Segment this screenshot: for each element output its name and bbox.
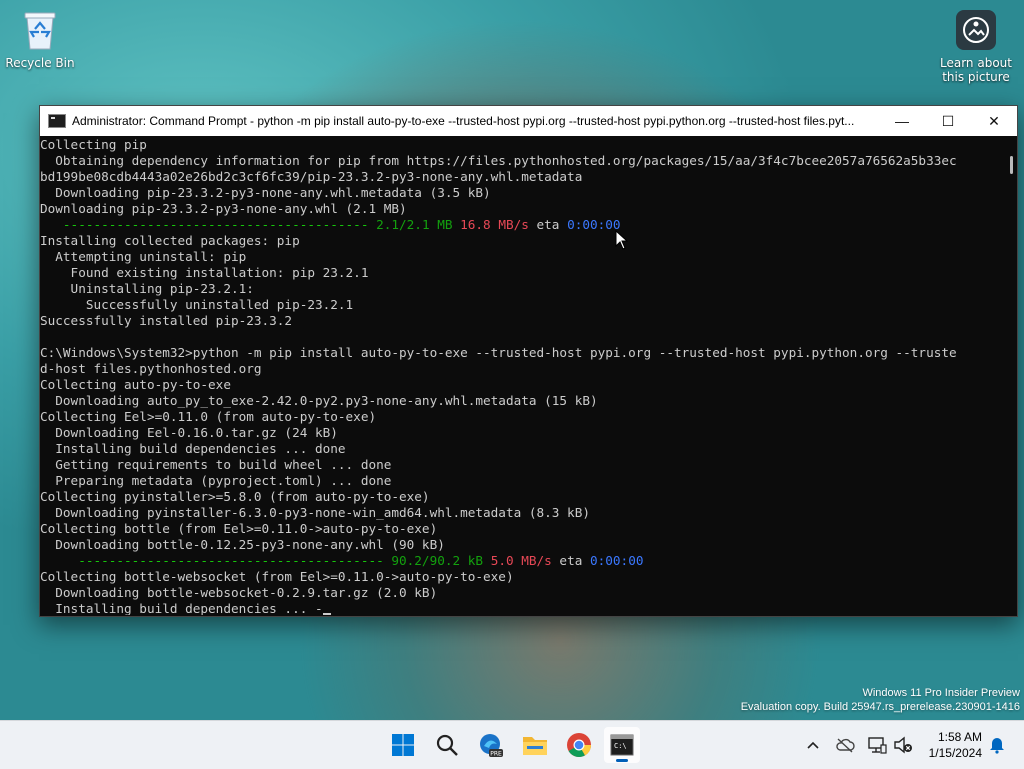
- console-scrollbar[interactable]: [1010, 156, 1013, 174]
- console-line: Collecting auto-py-to-exe: [40, 377, 231, 392]
- taskbar: PRE C:\ 1:58 AM 1/15/2024: [0, 720, 1024, 769]
- console-line: Downloading bottle-0.12.25-py3-none-any.…: [40, 537, 445, 552]
- svg-text:C:\: C:\: [614, 742, 627, 750]
- console-line: Uninstalling pip-23.2.1:: [40, 281, 254, 296]
- console-line: Collecting pyinstaller>=5.8.0 (from auto…: [40, 489, 430, 504]
- chrome-button[interactable]: [561, 727, 597, 763]
- search-icon: [436, 734, 458, 756]
- start-button[interactable]: [385, 727, 421, 763]
- volume-tray-button[interactable]: [892, 721, 914, 769]
- console-line: C:\Windows\System32>python -m pip instal…: [40, 345, 957, 360]
- console-line: Downloading bottle-websocket-0.2.9.tar.g…: [40, 585, 438, 600]
- progress-speed: 5.0 MB/s: [490, 553, 552, 568]
- clock-date: 1/15/2024: [928, 746, 982, 760]
- volume-muted-icon: [894, 736, 912, 754]
- console-line: Getting requirements to build wheel ... …: [40, 457, 392, 472]
- minimize-button[interactable]: —: [879, 106, 925, 136]
- command-prompt-icon: C:\: [610, 734, 634, 756]
- learn-label-line1: Learn about: [940, 56, 1012, 70]
- progress-size: 90.2/90.2 kB: [391, 553, 484, 568]
- progress-eta-label: eta: [528, 217, 568, 232]
- active-app-indicator: [616, 759, 628, 762]
- bell-icon: [990, 738, 1004, 754]
- console-line: Downloading Eel-0.16.0.tar.gz (24 kB): [40, 425, 338, 440]
- recycle-bin-desktop-icon[interactable]: Recycle Bin: [0, 8, 80, 70]
- windows-start-icon: [392, 734, 414, 756]
- progress-bar: ----------------------------------------: [40, 217, 377, 232]
- onedrive-tray-button[interactable]: [834, 721, 856, 769]
- chrome-icon: [567, 733, 591, 758]
- svg-text:PRE: PRE: [490, 751, 502, 758]
- show-hidden-icons-button[interactable]: [802, 721, 824, 769]
- network-tray-button[interactable]: [866, 721, 888, 769]
- recycle-bin-icon: [20, 8, 60, 52]
- window-titlebar[interactable]: Administrator: Command Prompt - python -…: [40, 106, 1017, 136]
- progress-space: [453, 217, 461, 232]
- console-line: Successfully installed pip-23.3.2: [40, 313, 293, 328]
- console-line: Downloading pip-23.3.2-py3-none-any.whl.…: [40, 185, 491, 200]
- progress-eta: 0:00:00: [567, 217, 621, 232]
- command-prompt-taskbar-button[interactable]: C:\: [604, 727, 640, 763]
- progress-bar: ----------------------------------------: [40, 553, 392, 568]
- progress-size: 2.1/2.1 MB: [376, 217, 453, 232]
- cmd-app-icon: [48, 114, 66, 128]
- learn-about-picture-icon: [956, 10, 996, 50]
- console-line: Obtaining dependency information for pip…: [40, 153, 957, 168]
- close-button[interactable]: ✕: [971, 106, 1017, 136]
- cloud-offline-icon: [836, 738, 855, 753]
- recycle-bin-label: Recycle Bin: [5, 56, 75, 70]
- file-explorer-icon: [523, 737, 547, 755]
- progress-space: [483, 553, 491, 568]
- file-explorer-button[interactable]: [517, 727, 553, 763]
- learn-label-line2: this picture: [942, 70, 1010, 84]
- network-icon: [868, 737, 887, 754]
- clock-time: 1:58 AM: [937, 730, 982, 744]
- edge-beta-button[interactable]: PRE: [473, 727, 509, 763]
- watermark-build: Evaluation copy. Build 25947.rs_prerelea…: [740, 701, 1020, 713]
- console-line: Collecting Eel>=0.11.0 (from auto-py-to-…: [40, 409, 377, 424]
- console-line: Installing collected packages: pip: [40, 233, 300, 248]
- maximize-button[interactable]: ☐: [925, 106, 971, 136]
- console-line: Installing build dependencies ... -: [40, 601, 1008, 615]
- os-watermark: Windows 11 Pro Insider Preview Evaluatio…: [741, 686, 1020, 714]
- taskbar-clock[interactable]: 1:58 AM 1/15/2024: [929, 729, 982, 761]
- console-line: Downloading auto_py_to_exe-2.42.0-py2.py…: [40, 393, 598, 408]
- console-line: Attempting uninstall: pip: [40, 249, 247, 264]
- console-line: Preparing metadata (pyproject.toml) ... …: [40, 473, 392, 488]
- window-title: Administrator: Command Prompt - python -…: [72, 114, 855, 128]
- learn-about-picture-desktop-icon[interactable]: Learn about this picture: [936, 10, 1016, 84]
- console-line: Collecting bottle (from Eel>=0.11.0->aut…: [40, 521, 438, 536]
- edge-beta-icon: PRE: [480, 734, 503, 758]
- console-line: Found existing installation: pip 23.2.1: [40, 265, 369, 280]
- progress-speed: 16.8 MB/s: [460, 217, 529, 232]
- console-line: ----------------------------------------…: [40, 217, 1008, 233]
- console-line: Successfully uninstalled pip-23.2.1: [40, 297, 354, 312]
- notifications-button[interactable]: [986, 721, 1008, 769]
- console-line: ----------------------------------------…: [40, 553, 1008, 569]
- console-line: bd199be08cdb4443a02e26bd2c3cf6fc39/pip-2…: [40, 169, 583, 184]
- console-line: Collecting bottle-websocket (from Eel>=0…: [40, 569, 514, 584]
- text-cursor: [322, 613, 331, 615]
- console-line: Collecting pip: [40, 137, 147, 152]
- progress-eta-label: eta: [551, 553, 590, 568]
- console-line: d-host files.pythonhosted.org: [40, 361, 262, 376]
- progress-eta: 0:00:00: [590, 553, 644, 568]
- console-output[interactable]: Collecting pip Obtaining dependency info…: [40, 137, 1008, 615]
- console-line: Downloading pyinstaller-6.3.0-py3-none-w…: [40, 505, 590, 520]
- chevron-up-icon: [807, 741, 819, 749]
- search-button[interactable]: [429, 727, 465, 763]
- console-line: Installing build dependencies ... done: [40, 441, 346, 456]
- command-prompt-window[interactable]: Administrator: Command Prompt - python -…: [39, 105, 1018, 617]
- console-line: Downloading pip-23.3.2-py3-none-any.whl …: [40, 201, 407, 216]
- watermark-edition: Windows 11 Pro Insider Preview: [862, 687, 1020, 699]
